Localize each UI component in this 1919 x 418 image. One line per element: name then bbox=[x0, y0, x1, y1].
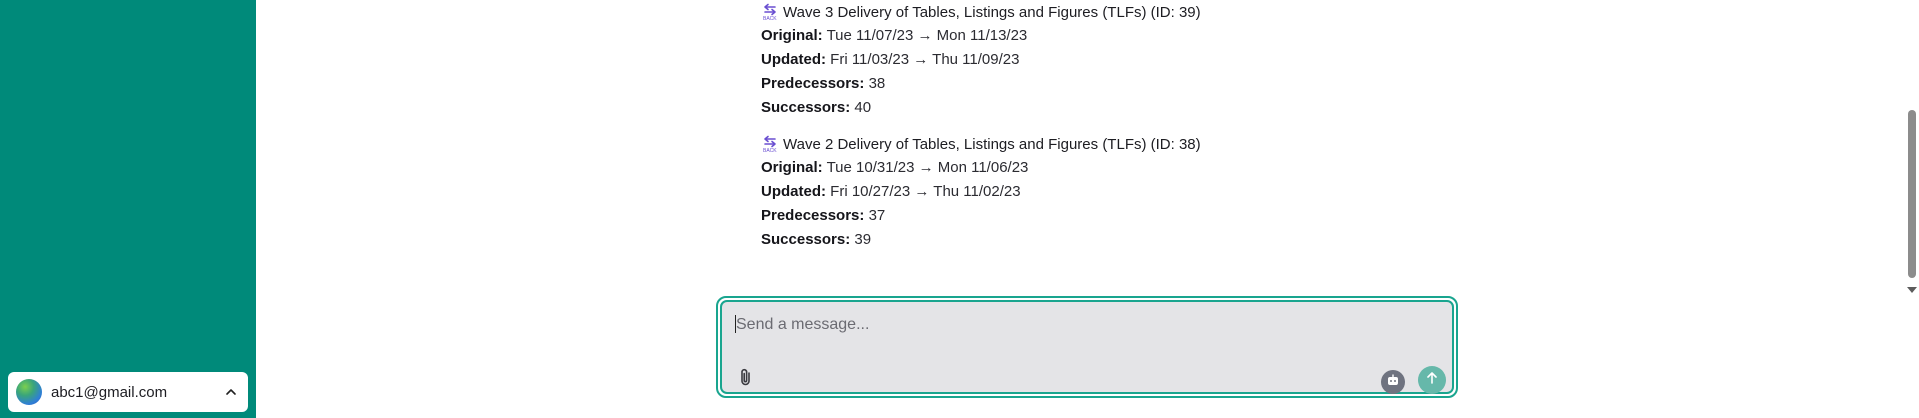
original-label: Original: bbox=[761, 159, 823, 176]
user-menu-button[interactable]: abc1@gmail.com bbox=[8, 372, 248, 412]
chevron-up-icon bbox=[224, 385, 238, 399]
updated-label: Updated: bbox=[761, 183, 826, 200]
scroll-down-arrow-icon[interactable] bbox=[1907, 287, 1917, 293]
predecessors-value: 38 bbox=[868, 75, 886, 92]
original-value: Tue 11/07/23 → Mon 11/13/23 bbox=[826, 27, 1028, 44]
back-arrow-icon: BACK bbox=[761, 3, 779, 22]
message-composer bbox=[716, 296, 1458, 398]
successors: Successors: 39 bbox=[761, 228, 1481, 252]
composer-box bbox=[720, 300, 1454, 394]
successors-value: 39 bbox=[854, 231, 872, 248]
updated-value: Fri 10/27/23 → Thu 11/02/23 bbox=[830, 183, 1021, 200]
original-dates: Original: Tue 11/07/23 → Mon 11/13/23 bbox=[761, 24, 1481, 48]
svg-text:BACK: BACK bbox=[763, 16, 777, 21]
predecessors-label: Predecessors: bbox=[761, 75, 865, 92]
updated-dates: Updated: Fri 11/03/23 → Thu 11/09/23 bbox=[761, 48, 1481, 72]
updated-label: Updated: bbox=[761, 51, 826, 68]
updated-value: Fri 11/03/23 → Thu 11/09/23 bbox=[830, 51, 1020, 68]
task-title-row: BACK Wave 3 Delivery of Tables, Listings… bbox=[761, 0, 1481, 24]
updated-dates: Updated: Fri 10/27/23 → Thu 11/02/23 bbox=[761, 180, 1481, 204]
task-title-row: BACK Wave 2 Delivery of Tables, Listings… bbox=[761, 132, 1481, 156]
successors-value: 40 bbox=[854, 99, 872, 116]
predecessors-label: Predecessors: bbox=[761, 207, 865, 224]
task-item: BACK Wave 3 Delivery of Tables, Listings… bbox=[761, 0, 1481, 120]
original-value: Tue 10/31/23 → Mon 11/06/23 bbox=[826, 159, 1029, 176]
message-input[interactable] bbox=[734, 312, 1418, 338]
message-list: BACK Wave 3 Delivery of Tables, Listings… bbox=[761, 0, 1481, 252]
paperclip-icon bbox=[739, 367, 753, 392]
text-caret bbox=[735, 315, 736, 333]
predecessors-value: 37 bbox=[868, 207, 886, 224]
successors-label: Successors: bbox=[761, 231, 851, 248]
predecessors: Predecessors: 37 bbox=[761, 204, 1481, 228]
sidebar: abc1@gmail.com bbox=[0, 0, 256, 418]
robot-icon bbox=[1386, 373, 1400, 392]
original-dates: Original: Tue 10/31/23 → Mon 11/06/23 bbox=[761, 156, 1481, 180]
task-title: Wave 2 Delivery of Tables, Listings and … bbox=[783, 135, 1201, 153]
send-button[interactable] bbox=[1418, 366, 1446, 394]
original-label: Original: bbox=[761, 27, 823, 44]
user-email: abc1@gmail.com bbox=[51, 383, 168, 401]
task-item: BACK Wave 2 Delivery of Tables, Listings… bbox=[761, 120, 1481, 252]
task-title: Wave 3 Delivery of Tables, Listings and … bbox=[783, 3, 1201, 21]
predecessors: Predecessors: 38 bbox=[761, 72, 1481, 96]
attach-button[interactable] bbox=[736, 368, 756, 390]
vertical-scrollbar[interactable] bbox=[1905, 0, 1919, 418]
svg-text:BACK: BACK bbox=[763, 148, 777, 153]
avatar bbox=[16, 379, 42, 405]
arrow-up-icon bbox=[1425, 371, 1439, 390]
scrollbar-thumb[interactable] bbox=[1908, 110, 1916, 278]
assistant-mode-button[interactable] bbox=[1381, 370, 1405, 394]
successors: Successors: 40 bbox=[761, 96, 1481, 120]
back-arrow-icon: BACK bbox=[761, 135, 779, 154]
successors-label: Successors: bbox=[761, 99, 851, 116]
